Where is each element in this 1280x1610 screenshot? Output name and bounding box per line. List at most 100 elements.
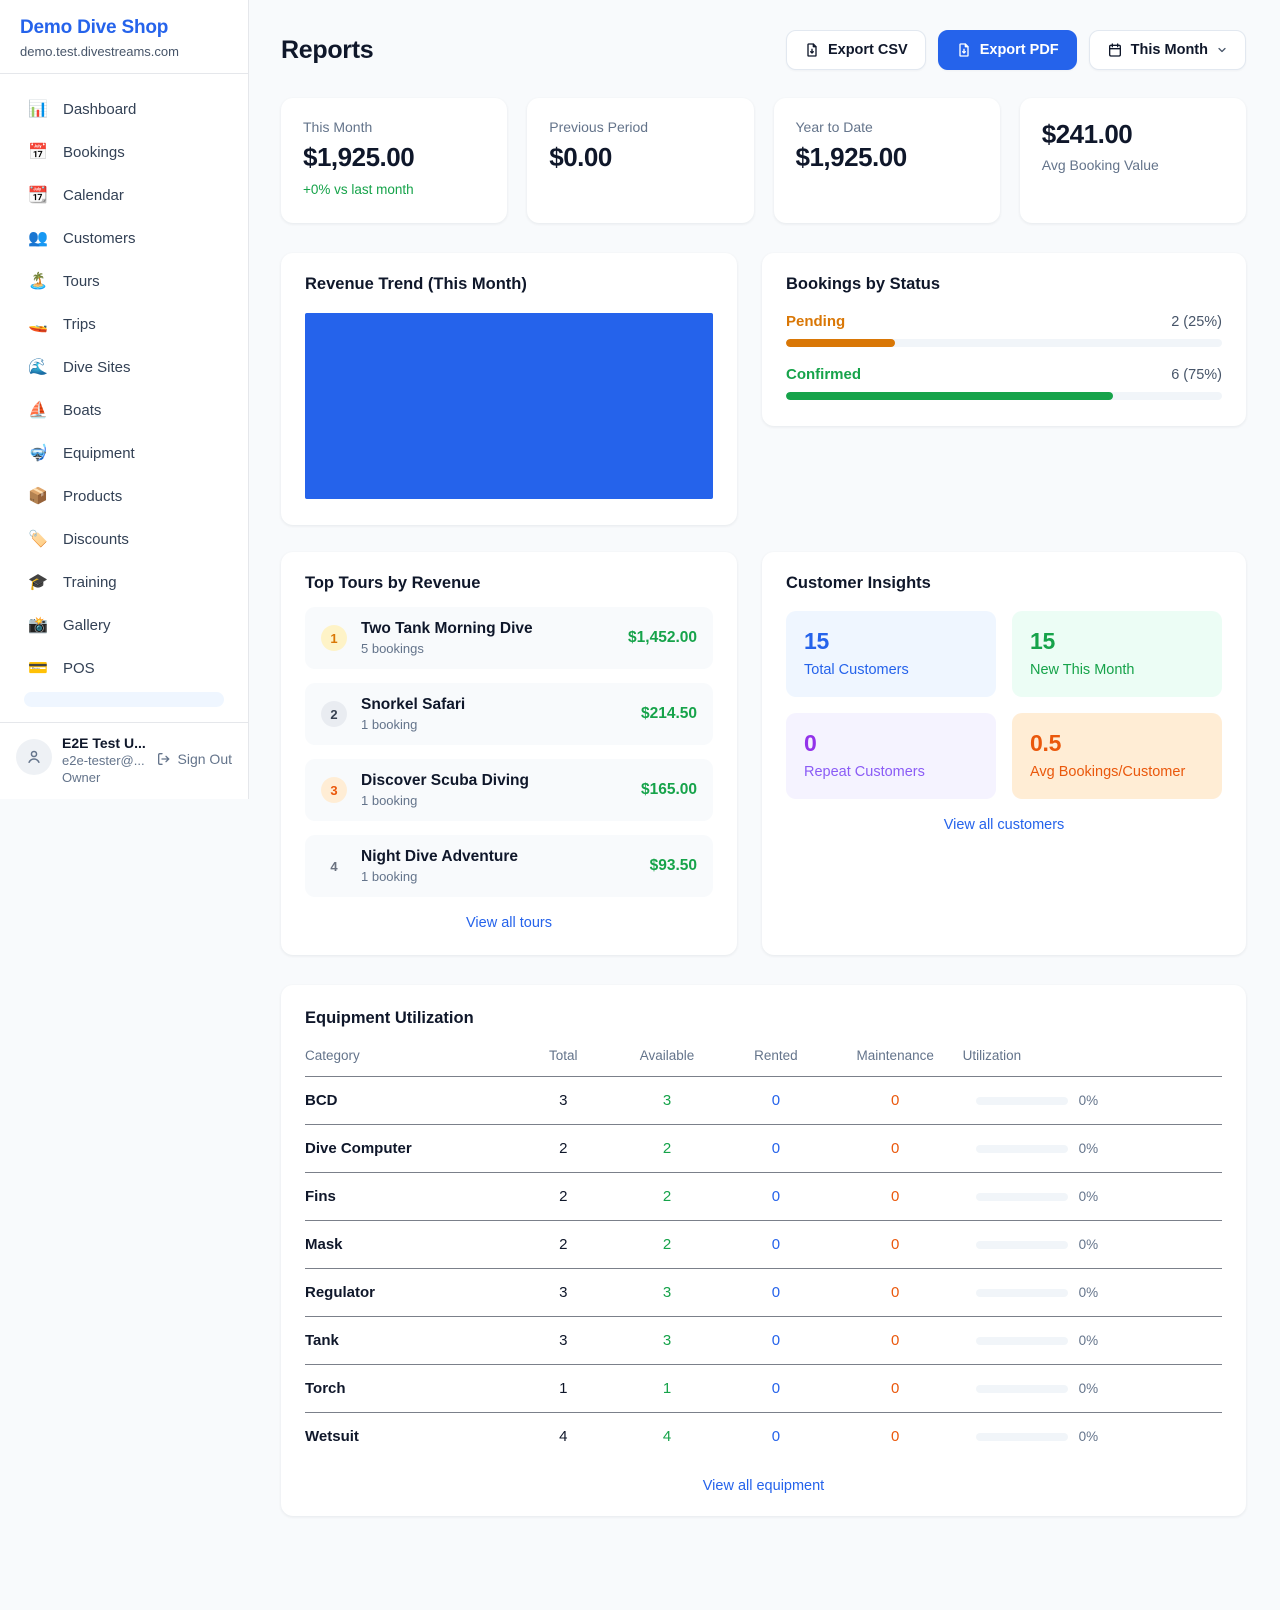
sidebar-item-boats[interactable]: ⛵ Boats xyxy=(12,389,236,432)
cell-category: Mask xyxy=(305,1221,517,1269)
sign-out-button[interactable]: Sign Out xyxy=(156,751,232,767)
sidebar: Demo Dive Shop demo.test.divestreams.com… xyxy=(0,0,249,799)
cell-utilization: 0% xyxy=(963,1317,1222,1365)
bookings-by-status-card: Bookings by Status Pending 2 (25%) Confi… xyxy=(762,253,1246,426)
top-tours-card: Top Tours by Revenue 1 Two Tank Morning … xyxy=(281,552,737,955)
tour-revenue: $1,452.00 xyxy=(628,629,697,647)
cell-total: 1 xyxy=(517,1365,610,1413)
tile-value: 15 xyxy=(1030,628,1204,655)
cell-utilization: 0% xyxy=(963,1077,1222,1125)
col-header-utilization: Utilization xyxy=(963,1048,1222,1077)
sidebar-item-tours[interactable]: 🏝️ Tours xyxy=(12,260,236,303)
sidebar-item-reports-partial[interactable] xyxy=(24,692,224,707)
tile-label: Avg Bookings/Customer xyxy=(1030,764,1204,780)
tour-bookings: 1 booking xyxy=(361,869,636,884)
table-row: Dive Computer 2 2 0 0 0% xyxy=(305,1125,1222,1173)
tour-name: Snorkel Safari xyxy=(361,696,627,714)
sidebar-item-dive-sites[interactable]: 🌊 Dive Sites xyxy=(12,346,236,389)
stat-card-this-month: This Month $1,925.00 +0% vs last month xyxy=(281,98,507,223)
status-name: Pending xyxy=(786,313,845,330)
sidebar-item-discounts[interactable]: 🏷️ Discounts xyxy=(12,518,236,561)
utilization-track xyxy=(976,1241,1068,1249)
cell-maintenance: 0 xyxy=(828,1173,963,1221)
sidebar-item-gallery[interactable]: 📸 Gallery xyxy=(12,604,236,647)
cell-rented: 0 xyxy=(724,1317,828,1365)
stat-cards: This Month $1,925.00 +0% vs last month P… xyxy=(281,98,1246,223)
tour-row[interactable]: 4 Night Dive Adventure 1 booking $93.50 xyxy=(305,835,713,897)
sidebar-item-dashboard[interactable]: 📊 Dashboard xyxy=(12,88,236,131)
sidebar-item-trips[interactable]: 🚤 Trips xyxy=(12,303,236,346)
sidebar-item-training[interactable]: 🎓 Training xyxy=(12,561,236,604)
utilization-track xyxy=(976,1433,1068,1441)
sidebar-item-pos[interactable]: 💳 POS xyxy=(12,647,236,690)
island-icon: 🏝️ xyxy=(28,274,48,290)
sidebar-item-label: Boats xyxy=(63,402,101,419)
period-dropdown[interactable]: This Month xyxy=(1089,30,1246,70)
sidebar-item-label: POS xyxy=(63,660,95,677)
export-pdf-button[interactable]: Export PDF xyxy=(938,30,1077,70)
utilization-label: 0% xyxy=(1079,1237,1099,1252)
tile-label: Total Customers xyxy=(804,662,978,678)
sidebar-item-label: Discounts xyxy=(63,531,129,548)
tour-bookings: 1 booking xyxy=(361,793,627,808)
tile-repeat-customers: 0 Repeat Customers xyxy=(786,713,996,799)
utilization-track xyxy=(976,1097,1068,1105)
view-all-tours-link[interactable]: View all tours xyxy=(305,915,713,931)
brand-domain: demo.test.divestreams.com xyxy=(20,44,228,59)
equipment-utilization-card: Equipment Utilization Category Total Ava… xyxy=(281,985,1246,1516)
tile-avg-bookings-customer: 0.5 Avg Bookings/Customer xyxy=(1012,713,1222,799)
col-header-total: Total xyxy=(517,1048,610,1077)
sidebar-item-customers[interactable]: 👥 Customers xyxy=(12,217,236,260)
file-download-icon xyxy=(956,42,972,58)
tour-name: Discover Scuba Diving xyxy=(361,772,627,790)
utilization-label: 0% xyxy=(1079,1333,1099,1348)
diving-mask-icon: 🤿 xyxy=(28,446,48,462)
sidebar-item-equipment[interactable]: 🤿 Equipment xyxy=(12,432,236,475)
cell-rented: 0 xyxy=(724,1365,828,1413)
cell-utilization: 0% xyxy=(963,1221,1222,1269)
tour-row[interactable]: 1 Two Tank Morning Dive 5 bookings $1,45… xyxy=(305,607,713,669)
view-all-customers-link[interactable]: View all customers xyxy=(786,817,1222,833)
tile-value: 0 xyxy=(804,730,978,757)
tour-name: Night Dive Adventure xyxy=(361,848,636,866)
sidebar-item-label: Tours xyxy=(63,273,100,290)
utilization-track xyxy=(976,1337,1068,1345)
equipment-utilization-title: Equipment Utilization xyxy=(305,1009,1222,1028)
cell-maintenance: 0 xyxy=(828,1365,963,1413)
utilization-track xyxy=(976,1385,1068,1393)
user-role: Owner xyxy=(62,770,146,785)
wave-icon: 🌊 xyxy=(28,360,48,376)
cell-category: Wetsuit xyxy=(305,1413,517,1461)
graduation-cap-icon: 🎓 xyxy=(28,575,48,591)
sidebar-item-calendar[interactable]: 📆 Calendar xyxy=(12,174,236,217)
calendar-icon xyxy=(1107,42,1123,58)
tour-row[interactable]: 3 Discover Scuba Diving 1 booking $165.0… xyxy=(305,759,713,821)
cell-category: Fins xyxy=(305,1173,517,1221)
cell-rented: 0 xyxy=(724,1413,828,1461)
main-content: Reports Export CSV Export PDF This Month xyxy=(249,0,1280,1516)
cell-category: Regulator xyxy=(305,1269,517,1317)
revenue-trend-chart xyxy=(305,313,713,499)
sidebar-item-label: Dashboard xyxy=(63,101,136,118)
page-title: Reports xyxy=(281,36,373,65)
top-tours-title: Top Tours by Revenue xyxy=(305,574,713,593)
stat-delta: +0% vs last month xyxy=(303,182,485,197)
view-all-equipment-link[interactable]: View all equipment xyxy=(305,1478,1222,1494)
calendar-icon: 📆 xyxy=(28,188,48,204)
col-header-rented: Rented xyxy=(724,1048,828,1077)
cell-category: Torch xyxy=(305,1365,517,1413)
tile-label: Repeat Customers xyxy=(804,764,978,780)
period-label: This Month xyxy=(1131,42,1208,58)
sign-out-label: Sign Out xyxy=(178,751,232,767)
cell-maintenance: 0 xyxy=(828,1221,963,1269)
cell-category: BCD xyxy=(305,1077,517,1125)
tour-row[interactable]: 2 Snorkel Safari 1 booking $214.50 xyxy=(305,683,713,745)
cell-maintenance: 0 xyxy=(828,1269,963,1317)
tour-revenue: $93.50 xyxy=(650,857,697,875)
export-csv-button[interactable]: Export CSV xyxy=(786,30,926,70)
sidebar-item-bookings[interactable]: 📅 Bookings xyxy=(12,131,236,174)
lists-row: Top Tours by Revenue 1 Two Tank Morning … xyxy=(281,552,1246,955)
sidebar-item-products[interactable]: 📦 Products xyxy=(12,475,236,518)
brand: Demo Dive Shop demo.test.divestreams.com xyxy=(0,0,248,74)
table-header-row: Category Total Available Rented Maintena… xyxy=(305,1048,1222,1077)
